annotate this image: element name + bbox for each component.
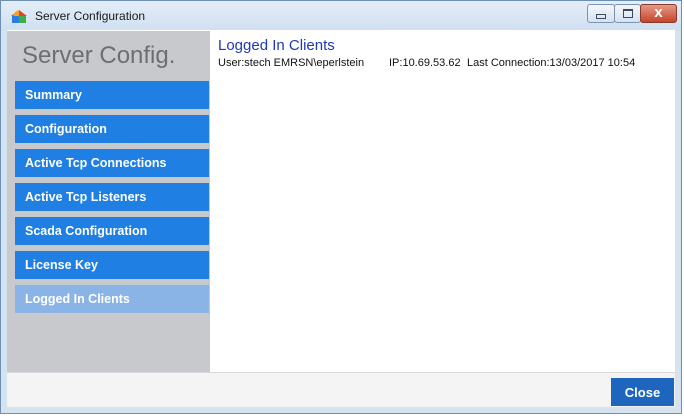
client-ip: IP:10.69.53.62	[389, 57, 461, 69]
app-icon	[11, 10, 27, 23]
sidebar: Server Config. Summary Configuration Act…	[7, 31, 210, 372]
window-title: Server Configuration	[35, 9, 146, 23]
page-title: Logged In Clients	[218, 37, 335, 54]
sidebar-item-label: Configuration	[25, 122, 107, 136]
sidebar-item-label: Logged In Clients	[25, 292, 130, 306]
list-item: User:stech EMRSN\eperlstein IP:10.69.53.…	[218, 57, 635, 69]
sidebar-item-active-tcp-connections[interactable]: Active Tcp Connections	[15, 149, 209, 177]
sidebar-item-active-tcp-listeners[interactable]: Active Tcp Listeners	[15, 183, 209, 211]
sidebar-item-configuration[interactable]: Configuration	[15, 115, 209, 143]
sidebar-item-label: Summary	[25, 88, 82, 102]
sidebar-item-scada-configuration[interactable]: Scada Configuration	[15, 217, 209, 245]
close-icon: X	[654, 7, 663, 20]
minimize-icon	[596, 14, 606, 19]
footer-bar	[7, 372, 675, 407]
maximize-button[interactable]	[614, 4, 641, 23]
client-last-connection: Last Connection:13/03/2017 10:54	[467, 57, 636, 69]
client-user: User:stech EMRSN\eperlstein	[218, 57, 365, 69]
sidebar-item-label: Scada Configuration	[25, 224, 148, 238]
sidebar-item-label: Active Tcp Listeners	[25, 190, 147, 204]
title-bar[interactable]: Server Configuration X	[1, 1, 681, 31]
window-close-button[interactable]: X	[640, 4, 677, 23]
sidebar-item-label: License Key	[25, 258, 98, 272]
minimize-button[interactable]	[587, 4, 615, 23]
sidebar-item-license-key[interactable]: License Key	[15, 251, 209, 279]
sidebar-item-logged-in-clients[interactable]: Logged In Clients	[15, 285, 209, 313]
sidebar-item-label: Active Tcp Connections	[25, 156, 167, 170]
sidebar-item-summary[interactable]: Summary	[15, 81, 209, 109]
close-button[interactable]: Close	[611, 378, 674, 406]
maximize-icon	[622, 9, 633, 18]
sidebar-title: Server Config.	[22, 42, 176, 69]
